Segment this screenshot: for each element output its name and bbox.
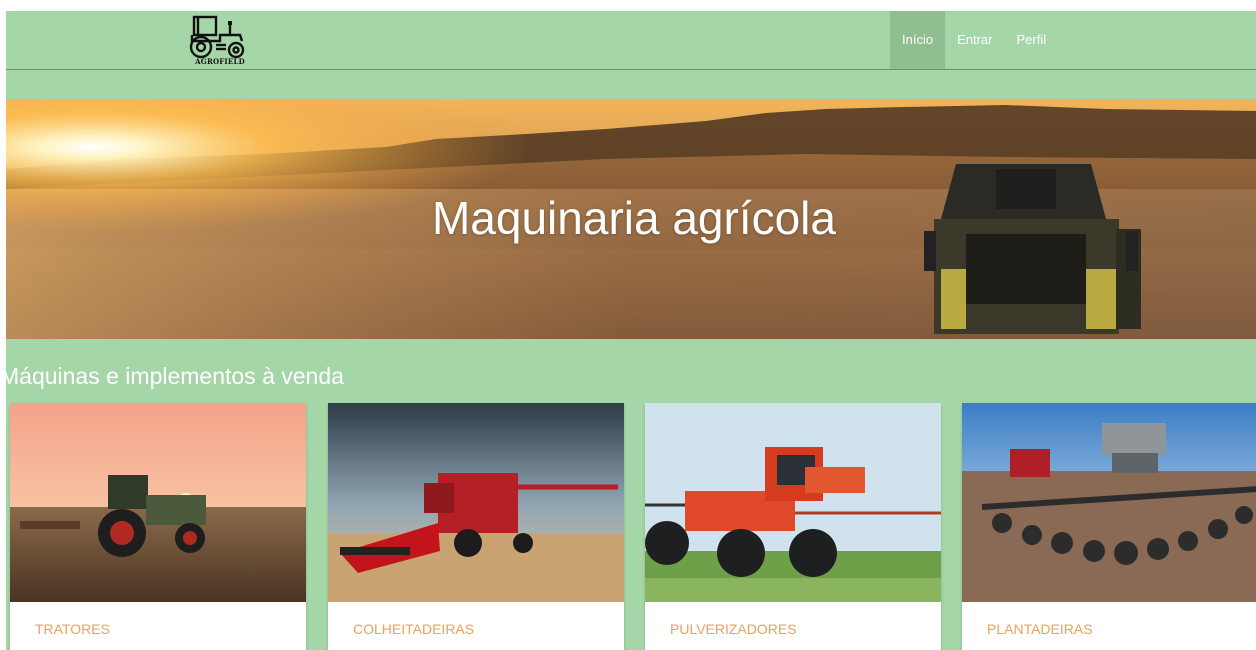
card-label: COLHEITADEIRAS: [353, 621, 475, 637]
planter-image: [962, 403, 1256, 602]
navbar: AGROFIELD Início Entrar Perfil: [6, 11, 1256, 70]
logo-text: AGROFIELD: [195, 57, 245, 66]
page: AGROFIELD Início Entrar Perfil Maquinari…: [6, 11, 1256, 650]
hero-title: Maquinaria agrícola: [431, 192, 836, 244]
sprayer-image: [645, 403, 941, 602]
card-pulverizadores[interactable]: PULVERIZADORES: [645, 403, 941, 650]
section-title: Máquinas e implementos à venda: [6, 363, 344, 389]
harvester-image: [328, 403, 624, 602]
nav-link-entrar[interactable]: Entrar: [945, 11, 1004, 69]
nav-links: Início Entrar Perfil: [890, 11, 1058, 69]
product-cards: TRATORES COLHEITADEIRAS PULVERIZADORES P…: [6, 403, 1256, 650]
card-colheitadeiras[interactable]: COLHEITADEIRAS: [328, 403, 624, 650]
nav-link-inicio[interactable]: Início: [890, 11, 946, 69]
card-tratores[interactable]: TRATORES: [10, 403, 306, 650]
card-label: PULVERIZADORES: [670, 621, 797, 637]
tractor-image: [10, 403, 306, 602]
card-label: PLANTADEIRAS: [987, 621, 1093, 637]
tractor-icon: [189, 15, 245, 59]
card-label: TRATORES: [35, 621, 110, 637]
logo[interactable]: AGROFIELD: [186, 13, 250, 69]
hero-banner: Maquinaria agrícola: [6, 99, 1256, 339]
nav-link-perfil[interactable]: Perfil: [1004, 11, 1058, 69]
card-plantadeiras[interactable]: PLANTADEIRAS: [962, 403, 1256, 650]
